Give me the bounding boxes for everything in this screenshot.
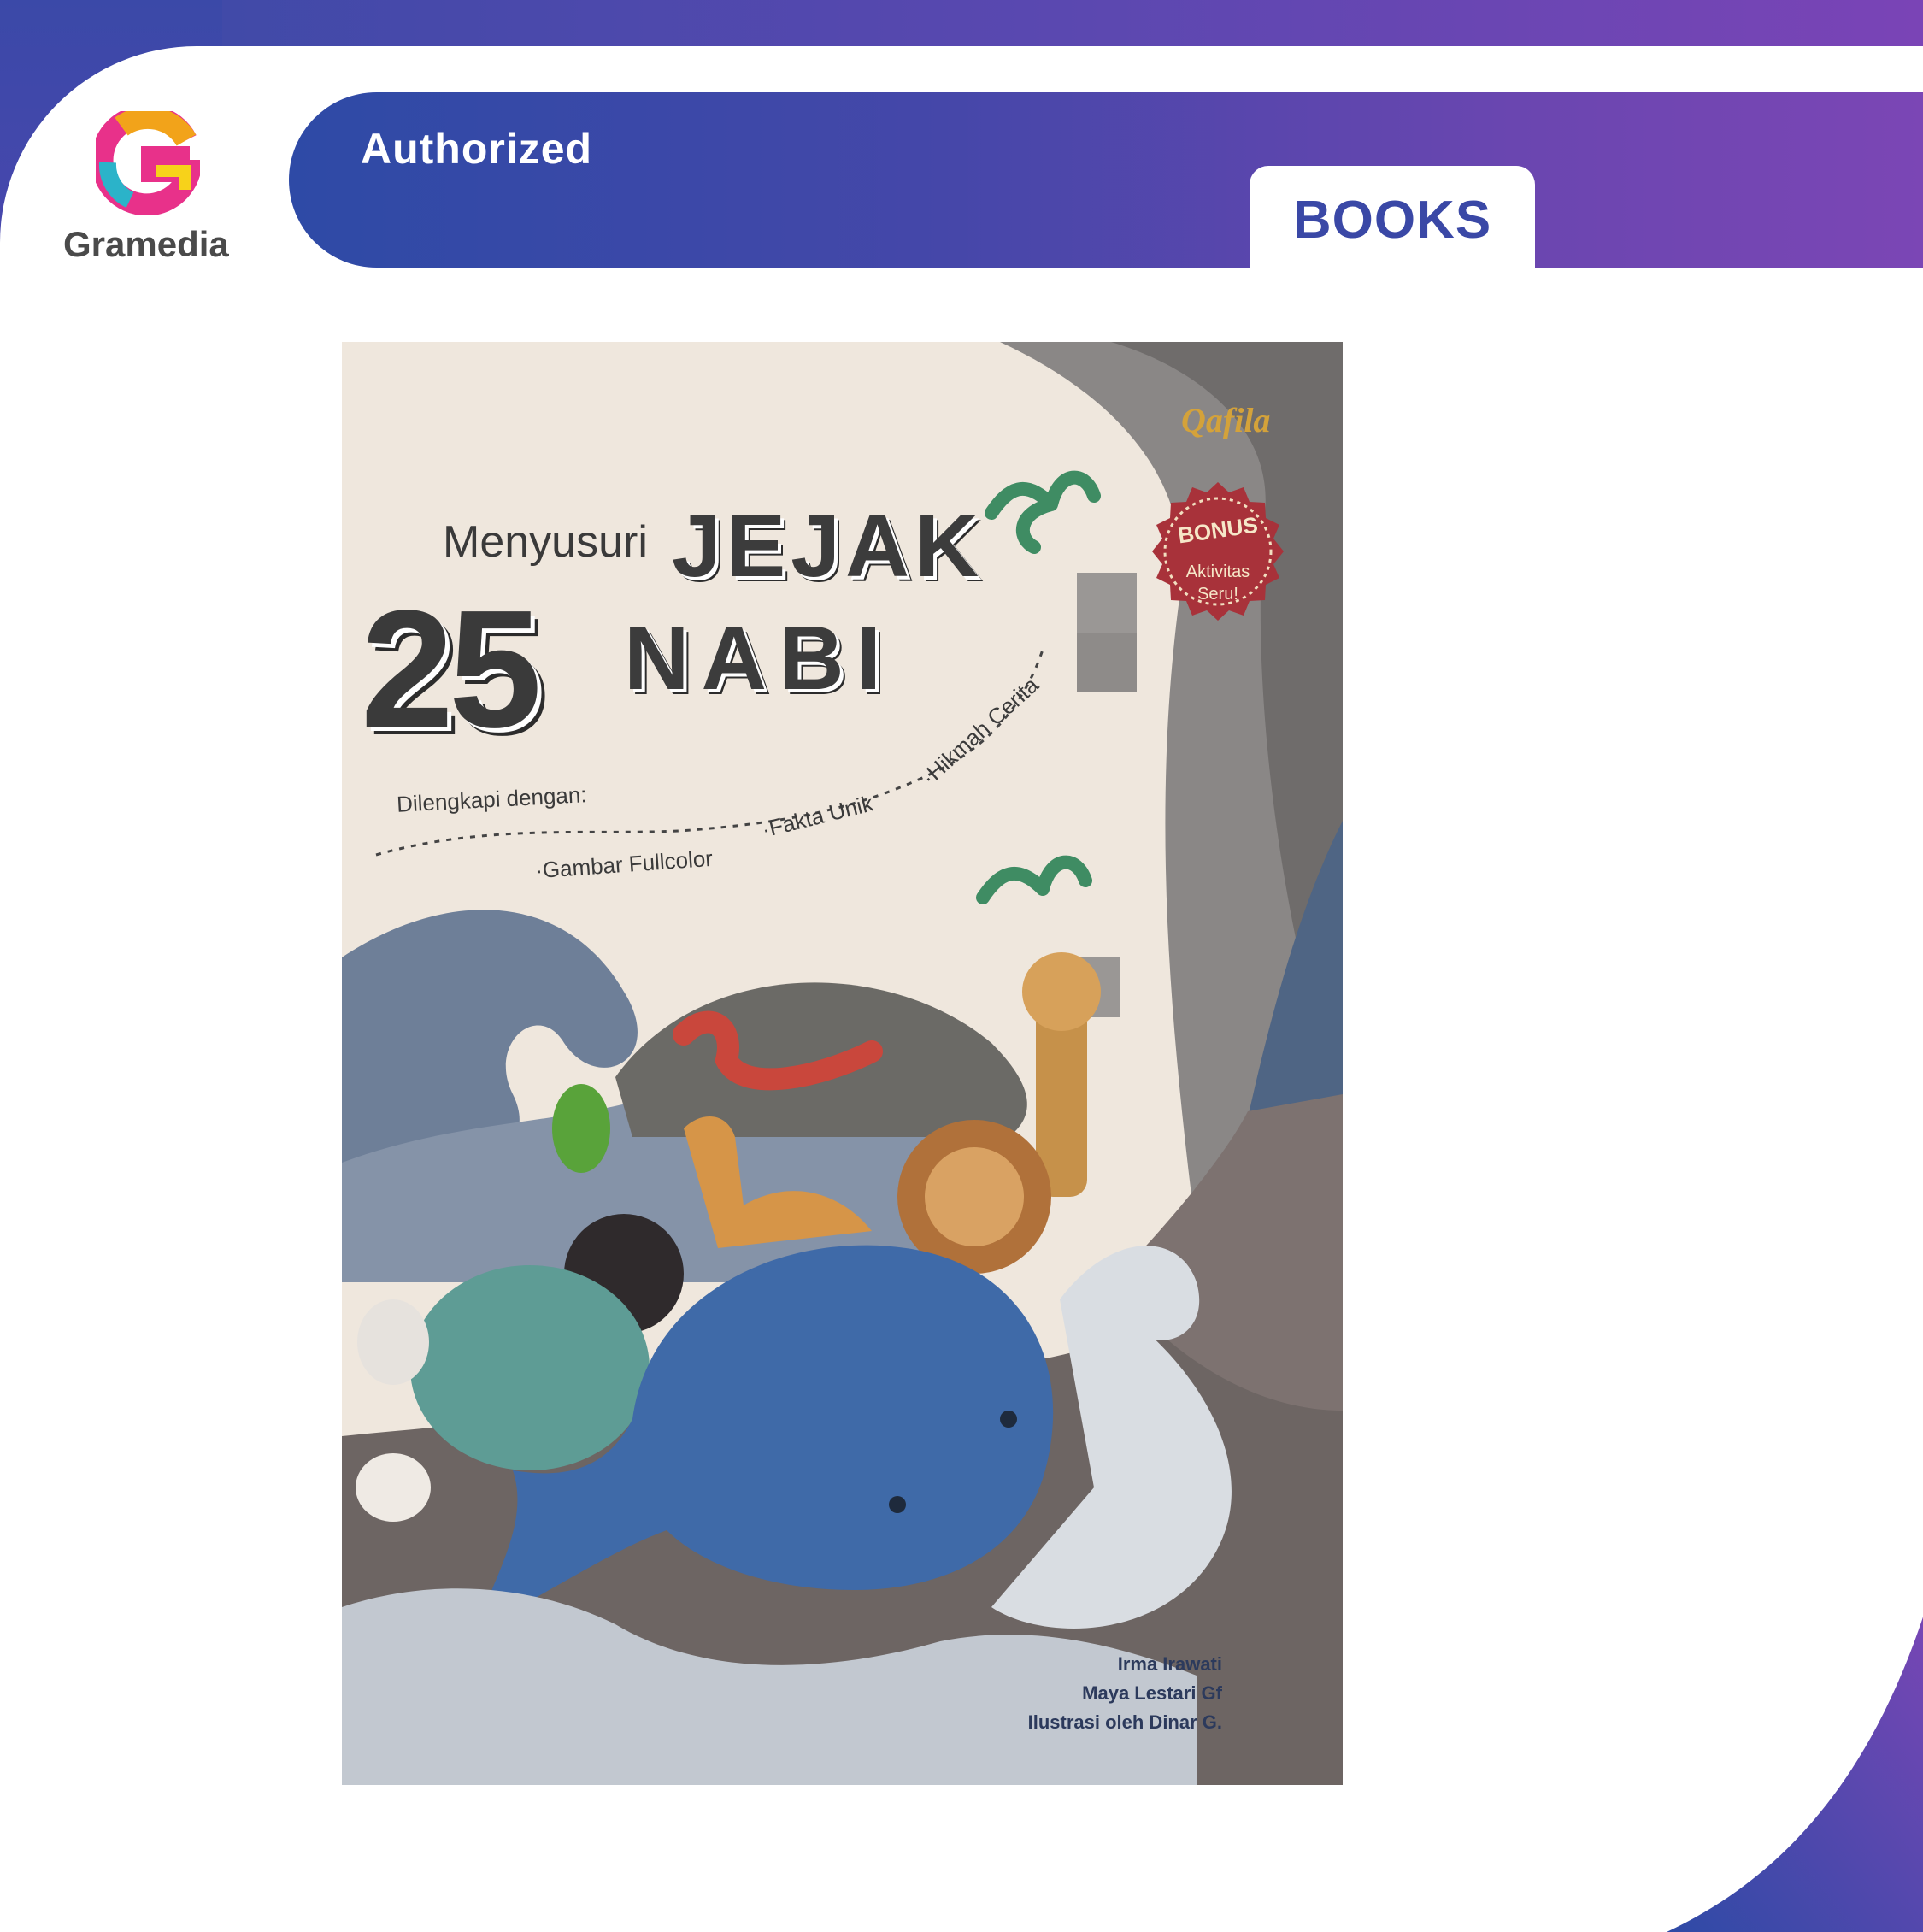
bottom-right-curve (1667, 1617, 1923, 1932)
books-label: BOOKS (1292, 191, 1492, 250)
frame-top-band (0, 0, 1923, 48)
bonus-badge-line2: Seru! (1197, 585, 1238, 604)
title-word-nabi: NABI (624, 608, 894, 709)
book-cover: Qafila BONUS Aktivitas Seru! Menyusuri J… (342, 342, 1343, 1785)
bonus-badge-line1: Aktivitas (1185, 563, 1250, 581)
title-word-jejak: JEJAK (672, 497, 985, 596)
authorized-banner (289, 92, 1923, 268)
title-prefix: Menyusuri (443, 517, 648, 567)
brand-name: Gramedia (63, 224, 229, 264)
authorized-label: Authorized (361, 125, 593, 173)
publisher-logo: Qafila (1181, 401, 1271, 439)
cover-authors: Irma Irawati Maya Lestari Gf Ilustrasi o… (966, 1650, 1222, 1737)
author-2: Maya Lestari Gf (1082, 1682, 1222, 1704)
author-1: Irma Irawati (1117, 1653, 1222, 1675)
gramedia-logo-icon (96, 111, 200, 215)
title-number: 25 (361, 575, 542, 763)
illustrator-credit: Ilustrasi oleh Dinar G. (1027, 1711, 1222, 1733)
